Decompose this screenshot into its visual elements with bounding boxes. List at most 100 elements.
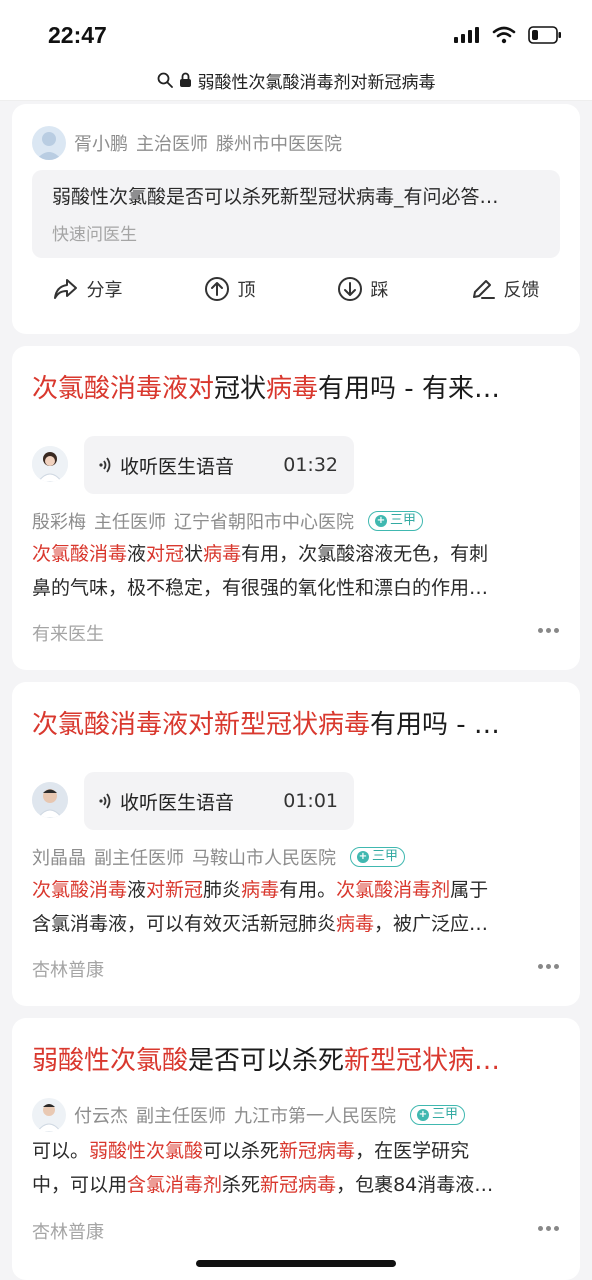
snippet-segment: 病毒 bbox=[203, 543, 242, 565]
downvote-icon bbox=[337, 277, 362, 301]
author-role: 副主任医师 bbox=[136, 1106, 226, 1127]
result-card[interactable]: 弱酸性次氯酸是否可以杀死新型冠状病… 付云杰 副主任医师 九江市第一人民医院 +… bbox=[12, 1018, 580, 1280]
author-name: 殷彩梅 bbox=[32, 512, 86, 533]
avatar bbox=[32, 126, 66, 160]
upvote-button[interactable]: 顶 bbox=[204, 276, 256, 302]
snippet-segment: 可以。 bbox=[32, 1140, 90, 1162]
snippet-segment: 有用。 bbox=[279, 879, 337, 901]
snippet-segment: 次氯酸消毒 bbox=[32, 543, 128, 565]
quote-text: 弱酸性次氯酸是否可以杀死新型冠状病毒_有问必答… bbox=[52, 186, 499, 208]
author-role: 主治医师 bbox=[136, 134, 208, 155]
voice-duration: 01:32 bbox=[283, 454, 338, 476]
title-segment: 有用吗 - 有来… bbox=[318, 374, 500, 404]
url-bar[interactable]: 弱酸性次氯酸消毒剂对新冠病毒 bbox=[0, 60, 592, 101]
more-options-icon[interactable] bbox=[538, 1226, 560, 1232]
answer-card-top: 胥小鹏 主治医师 滕州市中医医院 弱酸性次氯酸是否可以杀死新型冠状病毒_有问必答… bbox=[12, 104, 580, 334]
downvote-label: 踩 bbox=[370, 280, 389, 301]
badge-label: 三甲 bbox=[390, 513, 417, 528]
doctor-avatar bbox=[32, 782, 68, 818]
cellular-signal-icon bbox=[454, 27, 479, 43]
downvote-button[interactable]: 踩 bbox=[337, 276, 389, 302]
title-segment: 次氯酸消毒液对新型冠状病毒 bbox=[32, 710, 371, 740]
snippet-segment: ，在医学研究 bbox=[355, 1140, 470, 1162]
result-snippet: 可以。弱酸性次氯酸可以杀死新冠病毒，在医学研究 中，可以用含氯消毒剂杀死新冠病毒… bbox=[32, 1134, 560, 1202]
title-segment: 有用吗 - … bbox=[370, 710, 500, 740]
feedback-button[interactable]: 反馈 bbox=[470, 276, 540, 302]
search-icon bbox=[157, 72, 173, 88]
upvote-icon bbox=[204, 277, 229, 301]
author-hospital: 马鞍山市人民医院 bbox=[192, 848, 336, 869]
quote-source: 快速问医生 bbox=[52, 225, 137, 245]
plus-icon: + bbox=[417, 1109, 429, 1121]
voice-player[interactable]: 收听医生语音 01:32 bbox=[84, 436, 354, 494]
author-hospital: 九江市第一人民医院 bbox=[234, 1106, 396, 1127]
author-line: 付云杰 副主任医师 九江市第一人民医院 + 三甲 bbox=[32, 1098, 466, 1132]
action-bar: 分享 顶 踩 反馈 bbox=[12, 264, 580, 314]
feedback-label: 反馈 bbox=[503, 280, 540, 301]
snippet-segment: 含氯消毒液，可以有效灭活新冠肺炎 bbox=[32, 913, 337, 935]
result-source: 有来医生 bbox=[32, 624, 104, 645]
share-button[interactable]: 分享 bbox=[53, 276, 123, 302]
author-role: 副主任医师 bbox=[94, 848, 184, 869]
snippet-segment: 中，可以用 bbox=[32, 1174, 128, 1196]
doctor-avatar bbox=[32, 446, 68, 482]
more-options-icon[interactable] bbox=[538, 964, 560, 970]
snippet-segment: 次氯酸消毒剂 bbox=[336, 879, 451, 901]
author-name: 胥小鹏 bbox=[74, 134, 128, 155]
lock-icon bbox=[179, 72, 191, 87]
title-segment: 新型冠状病… bbox=[344, 1046, 501, 1076]
author-hospital: 辽宁省朝阳市中心医院 bbox=[174, 512, 354, 533]
status-time: 22:47 bbox=[48, 22, 107, 48]
snippet-segment: 新冠病毒 bbox=[260, 1174, 337, 1196]
author-line: 刘晶晶 副主任医师 马鞍山市人民医院 + 三甲 bbox=[32, 844, 406, 870]
snippet-segment: 病毒 bbox=[241, 879, 280, 901]
voice-player[interactable]: 收听医生语音 01:01 bbox=[84, 772, 354, 830]
snippet-segment: ，包裹84消毒液… bbox=[336, 1174, 494, 1196]
result-card[interactable]: 次氯酸消毒液对新型冠状病毒有用吗 - … 收听医生语音 01:01 刘晶晶 副主… bbox=[12, 682, 580, 1006]
title-segment: 病毒 bbox=[266, 374, 319, 404]
author-line: 胥小鹏 主治医师 滕州市中医医院 bbox=[32, 126, 342, 160]
badge-label: 三甲 bbox=[432, 1107, 459, 1122]
result-snippet: 次氯酸消毒液对新冠肺炎病毒有用。次氯酸消毒剂属于 含氯消毒液，可以有效灭活新冠肺… bbox=[32, 873, 560, 941]
title-segment: 是否可以杀死 bbox=[188, 1046, 345, 1076]
wifi-icon bbox=[492, 26, 516, 44]
snippet-segment: 鼻的气味，极不稳定，有很强的氧化性和漂白的作用… bbox=[32, 577, 489, 599]
share-icon bbox=[53, 279, 77, 299]
home-indicator[interactable] bbox=[196, 1260, 396, 1267]
voice-label: 收听医生语音 bbox=[120, 455, 235, 478]
snippet-segment: 含氯消毒剂 bbox=[127, 1174, 223, 1196]
result-title[interactable]: 次氯酸消毒液对冠状病毒有用吗 - 有来… bbox=[32, 368, 560, 405]
author-name: 刘晶晶 bbox=[32, 848, 86, 869]
hospital-level-badge: + 三甲 bbox=[410, 1105, 466, 1125]
voice-duration: 01:01 bbox=[283, 790, 338, 812]
result-card[interactable]: 次氯酸消毒液对冠状病毒有用吗 - 有来… 收听医生语音 01:32 殷彩梅 主任… bbox=[12, 346, 580, 670]
more-options-icon[interactable] bbox=[538, 628, 560, 634]
share-label: 分享 bbox=[86, 280, 123, 301]
snippet-segment: 次氯酸消毒 bbox=[32, 879, 128, 901]
status-bar: 22:47 bbox=[0, 0, 592, 60]
snippet-segment: 有用，次氯酸溶液无色，有刺 bbox=[241, 543, 489, 565]
snippet-segment: 对新冠 bbox=[146, 879, 204, 901]
doctor-avatar bbox=[32, 1098, 66, 1132]
quoted-source-box[interactable]: 弱酸性次氯酸是否可以杀死新型冠状病毒_有问必答… 快速问医生 bbox=[32, 170, 560, 258]
snippet-segment: 可以杀死 bbox=[203, 1140, 280, 1162]
hospital-level-badge: + 三甲 bbox=[350, 847, 406, 867]
system-icons bbox=[454, 26, 562, 44]
snippet-segment: 属于 bbox=[450, 879, 489, 901]
voice-label: 收听医生语音 bbox=[120, 791, 235, 814]
page-url-title: 弱酸性次氯酸消毒剂对新冠病毒 bbox=[197, 72, 436, 93]
author-name: 付云杰 bbox=[74, 1106, 128, 1127]
author-role: 主任医师 bbox=[94, 512, 166, 533]
snippet-segment: 液 bbox=[127, 543, 147, 565]
title-segment: 弱酸性次氯酸 bbox=[32, 1046, 189, 1076]
plus-icon: + bbox=[375, 515, 387, 527]
snippet-segment: 肺炎 bbox=[203, 879, 242, 901]
result-source: 杏林普康 bbox=[32, 1222, 104, 1243]
snippet-segment: 杀死 bbox=[222, 1174, 261, 1196]
result-title[interactable]: 弱酸性次氯酸是否可以杀死新型冠状病… bbox=[32, 1040, 560, 1077]
snippet-segment: 弱酸性次氯酸 bbox=[89, 1140, 204, 1162]
badge-label: 三甲 bbox=[372, 849, 399, 864]
snippet-segment: 新冠病毒 bbox=[279, 1140, 356, 1162]
result-snippet: 次氯酸消毒液对冠状病毒有用，次氯酸溶液无色，有刺 鼻的气味，极不稳定，有很强的氧… bbox=[32, 537, 560, 605]
result-title[interactable]: 次氯酸消毒液对新型冠状病毒有用吗 - … bbox=[32, 704, 560, 741]
